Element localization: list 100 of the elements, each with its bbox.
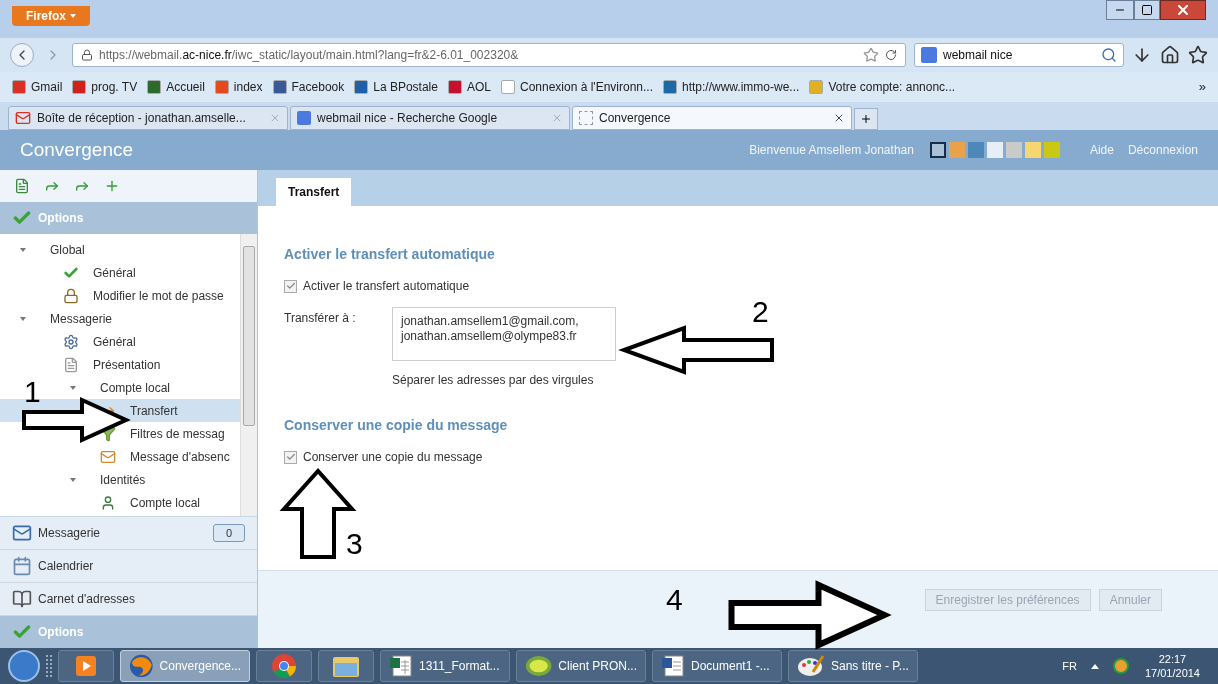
- bookmark-icon[interactable]: [1188, 45, 1208, 65]
- network-icon[interactable]: [1112, 658, 1129, 674]
- bookmark-item[interactable]: http://www.immo-we...: [663, 78, 800, 96]
- browser-tab[interactable]: Convergence: [572, 106, 852, 130]
- taskbar-item[interactable]: [318, 650, 374, 682]
- bookmarks-overflow[interactable]: »: [1198, 77, 1206, 97]
- maximize-icon: [1141, 4, 1153, 16]
- section-heading: Conserver une copie du message: [284, 416, 509, 435]
- collapse-arrow-icon[interactable]: [20, 247, 26, 252]
- search-icon: [1101, 47, 1117, 63]
- book-icon: [12, 589, 32, 609]
- document-icon: [661, 654, 685, 678]
- theme-swatch[interactable]: [967, 142, 984, 158]
- bookmark-item[interactable]: Votre compte: annonc...: [809, 78, 956, 96]
- taskbar-item[interactable]: 1311_Format...: [380, 650, 510, 682]
- tree-folder[interactable]: Global: [50, 240, 85, 259]
- welcome-text: Bienvenue Amsellem Jonathan: [749, 142, 914, 159]
- tree-folder[interactable]: Identités: [100, 470, 146, 489]
- taskbar-item[interactable]: Sans titre - P...: [788, 650, 918, 682]
- browser-tab[interactable]: Boîte de réception - jonathan.amselle...: [8, 106, 288, 130]
- bookmark-item[interactable]: La BPostale: [354, 78, 438, 96]
- back-button[interactable]: [10, 43, 34, 67]
- checkbox-label: Activer le transfert automatique: [303, 278, 470, 295]
- theme-swatch[interactable]: [1024, 142, 1041, 158]
- bookmark-item[interactable]: Connexion à l'Environn...: [500, 78, 653, 96]
- bookmark-item[interactable]: prog. TV: [72, 78, 138, 96]
- tree-item[interactable]: Général: [0, 261, 240, 284]
- theme-swatch[interactable]: [1005, 142, 1022, 158]
- theme-swatch[interactable]: [948, 142, 965, 158]
- folder-icon: [332, 654, 360, 678]
- chrome-icon: [271, 653, 297, 679]
- count-badge: 0: [212, 524, 245, 542]
- minimize-button[interactable]: [1106, 0, 1134, 20]
- gear-icon: [63, 333, 79, 350]
- taskbar-item[interactable]: [58, 650, 114, 682]
- nav-item[interactable]: Messagerie 0: [0, 516, 257, 549]
- page-icon: [63, 356, 79, 373]
- nav-item[interactable]: Calendrier: [0, 549, 257, 582]
- bookmark-item[interactable]: Facebook: [272, 78, 345, 96]
- star-icon[interactable]: [863, 47, 879, 63]
- field-label: Transférer à :: [284, 310, 357, 327]
- checkbox-label: Conserver une copie du message: [303, 449, 483, 466]
- envelope-icon: [100, 448, 116, 465]
- mail-icon: [12, 523, 32, 543]
- search-field[interactable]: webmail nice: [914, 43, 1124, 67]
- bookmark-item[interactable]: Gmail: [12, 78, 63, 96]
- close-button[interactable]: [1160, 0, 1206, 20]
- tree-item[interactable]: Message d'absenc: [0, 445, 240, 468]
- spreadsheet-icon: [389, 654, 413, 678]
- new-tab-button[interactable]: [854, 108, 878, 130]
- tree-item[interactable]: Modifier le mot de passe: [0, 284, 240, 307]
- plus-icon: [860, 113, 872, 125]
- maximize-button[interactable]: [1134, 0, 1160, 20]
- collapse-arrow-icon[interactable]: [70, 477, 76, 482]
- mail-icon: [15, 110, 31, 126]
- theme-swatch[interactable]: [929, 142, 946, 158]
- reload-icon[interactable]: [885, 49, 897, 61]
- tree-folder[interactable]: Messagerie: [50, 309, 113, 328]
- app-title: Convergence: [20, 137, 134, 162]
- close-icon[interactable]: [833, 112, 845, 124]
- bookmark-item[interactable]: AOL: [447, 78, 491, 96]
- contact-icon: [100, 494, 116, 511]
- email-field[interactable]: jonathan.amsellem1@gmail.com, jonathan.amsellem@olympe83.fr: [392, 307, 616, 361]
- clock[interactable]: 22:17 17/01/2014: [1134, 652, 1210, 680]
- theme-swatch[interactable]: [986, 142, 1003, 158]
- taskbar-item[interactable]: Client PRON...: [516, 650, 646, 682]
- tab[interactable]: Transfert: [276, 178, 352, 206]
- theme-swatch[interactable]: [1043, 142, 1060, 158]
- checkbox[interactable]: [284, 450, 297, 464]
- annotation-number: 3: [346, 528, 363, 560]
- bookmark-item[interactable]: index: [214, 78, 263, 96]
- caret-icon: [70, 14, 76, 18]
- calendar-icon: [12, 556, 32, 576]
- tray-caret-icon[interactable]: [1090, 663, 1099, 669]
- home-icon[interactable]: [1160, 45, 1180, 65]
- taskbar-item[interactable]: [256, 650, 312, 682]
- checkbox[interactable]: [284, 279, 297, 293]
- browser-tab[interactable]: webmail nice - Recherche Google: [290, 106, 570, 130]
- blank-page-icon: [579, 111, 593, 125]
- palette-icon: [797, 654, 825, 678]
- collapse-arrow-icon[interactable]: [20, 316, 26, 321]
- close-icon: [1175, 2, 1191, 18]
- url-field[interactable]: https://webmail.ac-nice.fr/iwc_static/layout/main.html?lang=fr&2-6.01_002320&: [72, 43, 906, 67]
- annotation-number: 4: [666, 584, 683, 616]
- annotation-number: 2: [752, 296, 769, 328]
- taskbar-item[interactable]: Document1 -...: [652, 650, 782, 682]
- language-indicator[interactable]: FR: [1062, 657, 1077, 675]
- tree-folder[interactable]: Compte local: [100, 378, 171, 397]
- section-title: Options: [38, 210, 84, 227]
- start-button[interactable]: [8, 650, 40, 682]
- add-icon[interactable]: [104, 178, 120, 194]
- tree-item[interactable]: Compte local: [0, 491, 240, 514]
- collapse-arrow-icon[interactable]: [70, 385, 76, 390]
- scrollbar[interactable]: [240, 234, 257, 516]
- lock-icon: [81, 49, 93, 61]
- tree-item[interactable]: Présentation: [0, 353, 240, 376]
- tree-item[interactable]: Général: [0, 330, 240, 353]
- grip-icon: [46, 655, 52, 677]
- bookmark-item[interactable]: Accueil: [147, 78, 205, 96]
- new-item-icon[interactable]: [14, 178, 30, 194]
